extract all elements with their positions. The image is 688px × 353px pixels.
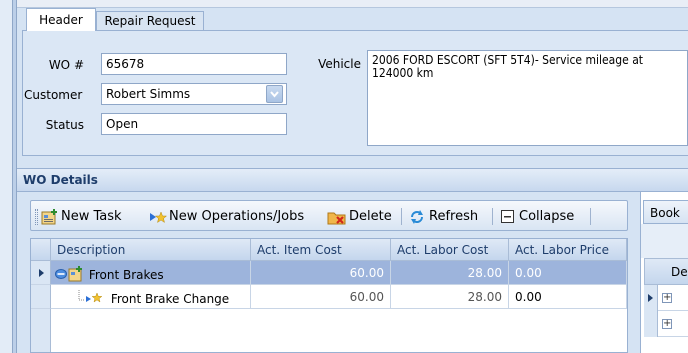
- customer-dropdown-button[interactable]: [266, 85, 283, 103]
- column-header-labor-price[interactable]: Act. Labor Price: [509, 239, 627, 261]
- row-indicator[interactable]: [644, 285, 658, 311]
- wo-number-field[interactable]: 65678: [101, 53, 287, 75]
- row-description: Front Brakes: [88, 268, 164, 282]
- toolbar-grip[interactable]: [35, 209, 38, 225]
- column-header-item-cost[interactable]: Act. Item Cost: [251, 239, 391, 261]
- customer-label: Customer: [24, 88, 83, 102]
- table-row[interactable]: Front Brakes: [51, 261, 251, 285]
- book-column-header[interactable]: De: [644, 258, 688, 285]
- task-add-icon: [41, 208, 57, 224]
- wo-details-toolbar: New Task New Operations/Jobs Delete Refr…: [30, 200, 628, 231]
- collapse-icon: [501, 210, 514, 223]
- row-labor-price[interactable]: 0.00: [509, 285, 627, 309]
- collapse-label: Collapse: [519, 209, 575, 224]
- wo-number-label: WO #: [48, 58, 84, 72]
- triangle-right-icon: [39, 269, 44, 277]
- status-label: Status: [45, 118, 84, 132]
- vehicle-field[interactable]: 2006 FORD ESCORT (SFT 5T4)- Service mile…: [367, 50, 688, 146]
- chevron-down-icon: [270, 91, 279, 98]
- tab-header[interactable]: Header: [26, 8, 96, 31]
- top-strip: [17, 0, 688, 8]
- table-row[interactable]: Front Brake Change: [51, 285, 251, 309]
- row-indicator[interactable]: [31, 285, 51, 309]
- collapse-button[interactable]: Collapse: [501, 208, 574, 225]
- new-operations-button[interactable]: New Operations/Jobs: [149, 208, 304, 225]
- row-indicator[interactable]: [644, 311, 658, 337]
- refresh-icon: [411, 209, 423, 224]
- customer-value: Robert Simms: [106, 87, 191, 101]
- row-labor-price[interactable]: 0.00: [509, 261, 627, 285]
- column-header-labor-cost[interactable]: Act. Labor Cost: [391, 239, 509, 261]
- row-item-cost[interactable]: 60.00: [251, 285, 391, 309]
- tab-repair-request[interactable]: Repair Request: [96, 11, 204, 31]
- tab-book[interactable]: Book: [643, 200, 688, 224]
- toolbar-separator: [590, 208, 591, 225]
- toolbar-separator: [401, 208, 402, 225]
- triangle-right-icon: [648, 294, 653, 302]
- wo-details-grid: Description Act. Item Cost Act. Labor Co…: [30, 238, 628, 353]
- list-item[interactable]: +: [658, 311, 688, 337]
- row-item-cost[interactable]: 60.00: [251, 261, 391, 285]
- row-indicator[interactable]: [31, 261, 51, 285]
- row-description: Front Brake Change: [110, 292, 230, 306]
- new-operations-label: New Operations/Jobs: [169, 209, 305, 224]
- book-panel-toolbar: [640, 224, 688, 258]
- wo-details-header: WO Details: [17, 168, 688, 192]
- customer-combo[interactable]: Robert Simms: [101, 83, 287, 105]
- delete-label: Delete: [349, 209, 392, 224]
- column-header-description[interactable]: Description: [51, 239, 251, 261]
- plus-box-icon[interactable]: +: [662, 319, 672, 329]
- status-field[interactable]: Open: [101, 113, 287, 135]
- folder-delete-icon: [327, 212, 346, 224]
- list-item[interactable]: +: [658, 285, 688, 311]
- arrow-star-icon: [78, 290, 103, 303]
- refresh-label: Refresh: [429, 209, 479, 224]
- row-labor-cost[interactable]: 28.00: [391, 285, 509, 309]
- toolbar-separator: [492, 208, 493, 225]
- refresh-button[interactable]: Refresh: [409, 208, 478, 225]
- minus-box-icon: [55, 266, 82, 282]
- arrow-star-icon: [150, 210, 167, 223]
- grid-corner: [31, 239, 51, 261]
- delete-button[interactable]: Delete: [327, 208, 392, 225]
- new-task-label: New Task: [61, 209, 122, 224]
- new-task-button[interactable]: New Task: [41, 208, 122, 225]
- vehicle-label: Vehicle: [318, 57, 361, 71]
- panel-divider[interactable]: [632, 192, 640, 353]
- plus-box-icon[interactable]: +: [662, 293, 672, 303]
- row-labor-cost[interactable]: 28.00: [391, 261, 509, 285]
- row-indicator-column: [31, 309, 51, 352]
